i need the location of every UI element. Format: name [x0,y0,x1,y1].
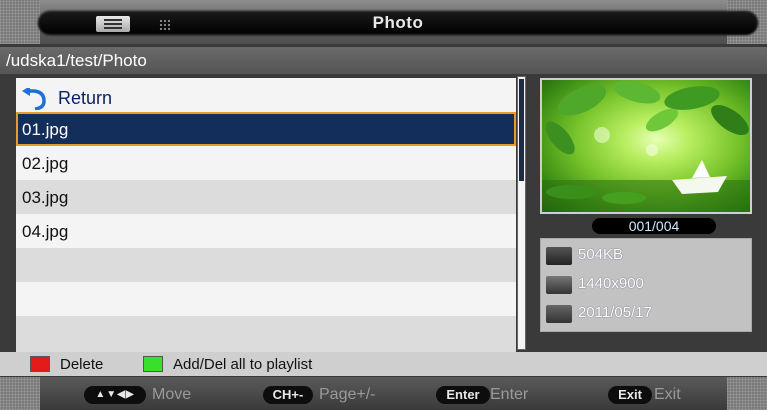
return-label: Return [58,88,113,108]
file-name: 03.jpg [22,188,69,207]
file-name: 01.jpg [22,120,69,139]
move-hint: ▲▼◀▶ Move [84,386,214,404]
page-label: Page+/- [319,386,376,403]
empty-row [16,316,516,352]
thumbnail-leaves-image [542,80,750,212]
exit-key-icon: Exit [608,386,652,404]
date-icon [546,305,572,323]
color-key-legend: Delete Add/Del all to playlist [0,352,767,376]
ch-key-icon: CH+- [263,386,313,404]
file-name: 04.jpg [22,222,69,241]
page-title: Photo [372,13,424,32]
date-row: 2011/05/17 [546,303,746,325]
photo-thumbnail [540,78,752,214]
enter-hint: Enter Enter [436,386,556,404]
delete-label: Delete [60,356,104,373]
delete-legend[interactable]: Delete [30,356,150,373]
enter-label: Enter [490,386,529,403]
return-arrow-icon [22,88,46,110]
photo-counter: 001/004 [592,218,716,234]
exit-label: Exit [654,386,681,403]
current-path: /udska1/test/Photo [6,51,147,70]
exit-hint: Exit Exit [608,386,708,404]
green-key-icon [143,356,163,372]
scrollbar-thumb[interactable] [519,79,524,181]
header-bar: Photo [0,0,767,44]
footer-corner-left [0,377,40,410]
empty-row [16,248,516,282]
playlist-legend[interactable]: Add/Del all to playlist [143,356,383,373]
playlist-label: Add/Del all to playlist [173,356,313,373]
empty-row [16,282,516,316]
red-key-icon [30,356,50,372]
photo-browser-screen: Photo /udska1/test/Photo Return 01.jpg 0… [0,0,767,410]
resolution-row: 1440x900 [546,274,746,296]
path-bar: /udska1/test/Photo [0,47,767,74]
enter-key-icon: Enter [436,386,490,404]
file-row[interactable]: 04.jpg [16,214,516,248]
return-button[interactable]: Return [20,88,160,110]
photo-info-panel: 504KB 1440x900 2011/05/17 [540,238,752,332]
header-corner-left [0,0,40,44]
resolution-icon [546,276,572,294]
footer-corner-right [727,377,767,410]
file-row-selected[interactable]: 01.jpg [16,112,516,146]
file-row[interactable]: 02.jpg [16,146,516,180]
page-hint: CH+- Page+/- [263,386,403,404]
file-name: 02.jpg [22,154,69,173]
title-bar: Photo [38,11,758,35]
move-label: Move [152,386,192,403]
arrow-keys-icon: ▲▼◀▶ [84,386,146,404]
file-size-icon [546,247,572,265]
footer-hints: ▲▼◀▶ Move CH+- Page+/- Enter Enter Exit … [0,377,767,410]
file-row[interactable]: 03.jpg [16,180,516,214]
resolution-value: 1440x900 [578,275,644,292]
file-list: Return 01.jpg 02.jpg 03.jpg 04.jpg [16,78,516,352]
date-value: 2011/05/17 [578,304,652,321]
file-size-row: 504KB [546,245,746,267]
list-scrollbar[interactable] [517,76,526,350]
file-size-value: 504KB [578,246,624,263]
